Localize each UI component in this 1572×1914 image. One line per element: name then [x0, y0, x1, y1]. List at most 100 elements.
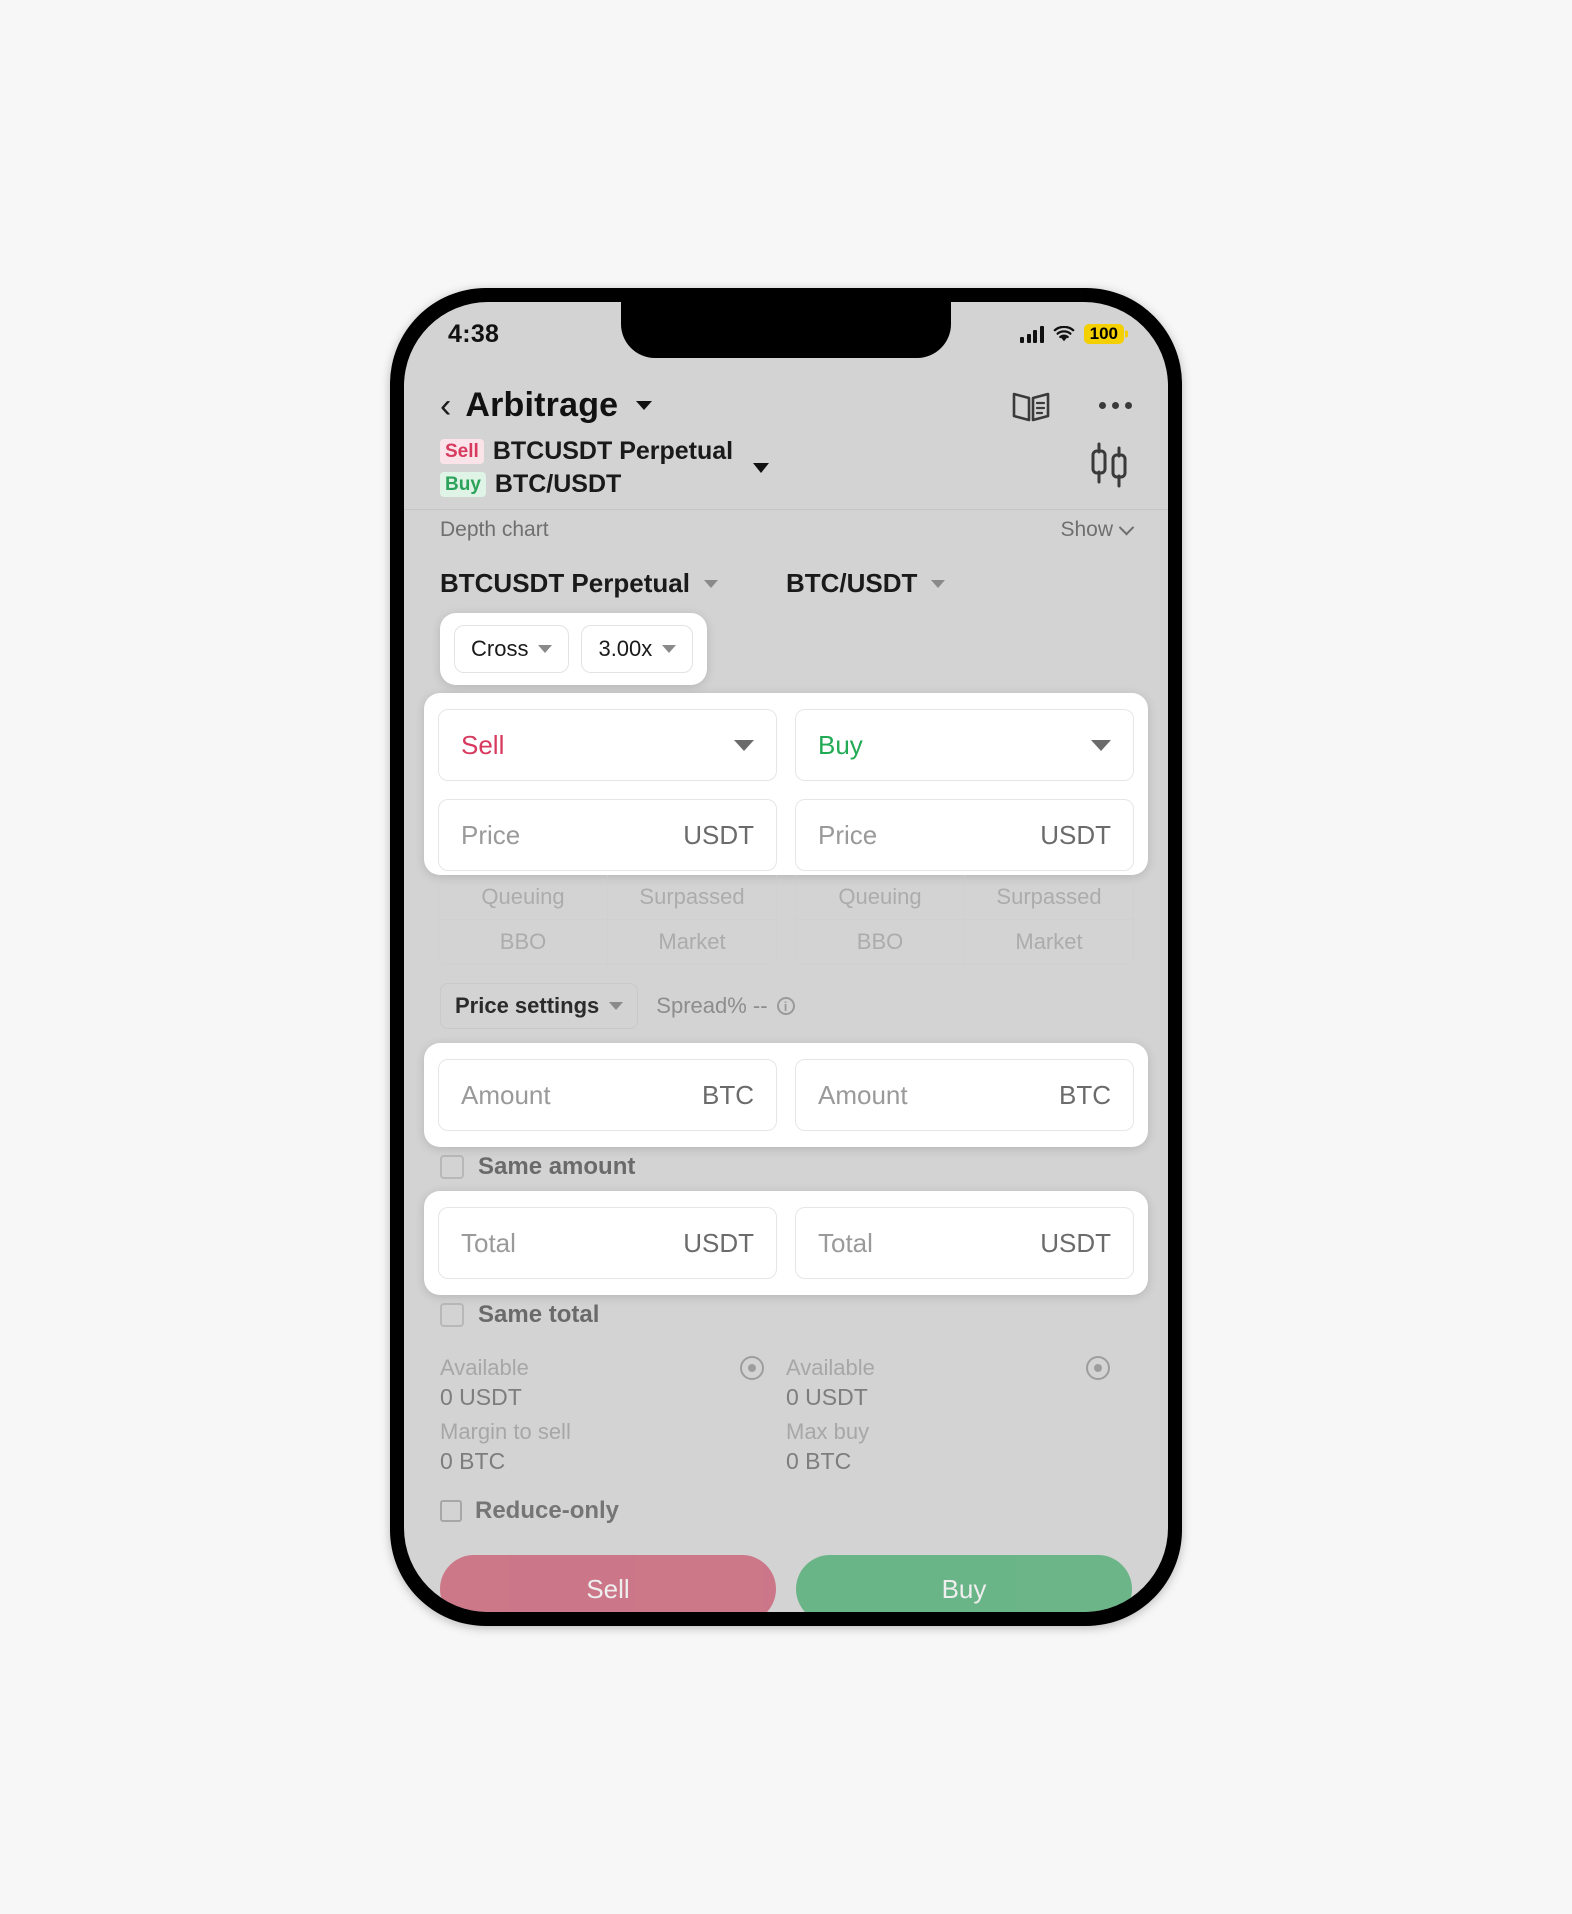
- total-right-placeholder: Total: [818, 1227, 873, 1258]
- price-left-unit: USDT: [683, 819, 754, 850]
- chevron-down-icon: [931, 579, 946, 588]
- quick-price-left-bbo[interactable]: BBO: [439, 920, 607, 964]
- price-left-placeholder: Price: [461, 819, 521, 850]
- amount-right-unit: BTC: [1059, 1079, 1111, 1110]
- quick-price-right-market[interactable]: Market: [964, 920, 1133, 964]
- transfer-target-icon[interactable]: [740, 1356, 764, 1380]
- chevron-down-icon: [1118, 519, 1135, 535]
- chevron-down-icon: [609, 1002, 624, 1010]
- amount-left-unit: BTC: [702, 1079, 754, 1110]
- side-select-left[interactable]: Sell: [438, 709, 777, 781]
- pair-labels: Sell BTCUSDT Perpetual Buy BTC/USDT: [440, 437, 733, 499]
- amount-right-col: Amount BTC: [795, 1059, 1134, 1131]
- reduce-only-checkbox[interactable]: [440, 1500, 462, 1522]
- open-book-icon[interactable]: [1011, 389, 1051, 423]
- price-inputs: Price USDT Price USDT: [438, 799, 1134, 871]
- same-amount-row[interactable]: Same amount: [404, 1147, 1168, 1181]
- chevron-down-icon[interactable]: [636, 401, 653, 410]
- sell-button[interactable]: Sell: [440, 1555, 776, 1612]
- balance-left-available-label: Available: [440, 1355, 529, 1380]
- quick-price-right-queuing[interactable]: Queuing: [796, 875, 964, 919]
- info-icon[interactable]: i: [776, 997, 795, 1015]
- total-left-unit: USDT: [683, 1227, 754, 1258]
- sub-pair-left[interactable]: BTCUSDT Perpetual: [440, 568, 786, 599]
- amount-left-col: Amount BTC: [438, 1059, 777, 1131]
- quick-price-buttons: Queuing Surpassed BBO Market Queuing Sur…: [438, 875, 1134, 965]
- total-input-left[interactable]: Total USDT: [438, 1207, 777, 1279]
- side-left-label: Sell: [461, 729, 505, 760]
- status-indicators: 100: [1020, 324, 1124, 344]
- quick-price-right: Queuing Surpassed BBO Market: [795, 875, 1134, 965]
- buy-pair-name: BTC/USDT: [494, 470, 622, 498]
- status-bar: 4:38 100: [404, 302, 1168, 358]
- price-left-col: Price USDT: [438, 799, 777, 871]
- side-price-highlight-card: Sell Buy Price USDT Price USDT: [424, 693, 1148, 875]
- sub-pair-left-label: BTCUSDT Perpetual: [440, 568, 690, 598]
- reduce-only-row[interactable]: Reduce-only: [404, 1475, 1168, 1525]
- price-input-right[interactable]: Price USDT: [795, 799, 1134, 871]
- amount-input-right[interactable]: Amount BTC: [795, 1059, 1134, 1131]
- more-options-icon[interactable]: [1099, 402, 1132, 409]
- same-amount-checkbox[interactable]: [440, 1155, 464, 1179]
- total-right-unit: USDT: [1040, 1227, 1111, 1258]
- depth-chart-show-toggle[interactable]: Show: [1060, 518, 1135, 542]
- side-right-col: Buy: [795, 709, 1134, 781]
- quick-price-left-surpassed[interactable]: Surpassed: [607, 875, 776, 919]
- transfer-target-icon[interactable]: [1086, 1356, 1110, 1380]
- price-right-unit: USDT: [1040, 819, 1111, 850]
- sub-pair-right-label: BTC/USDT: [786, 568, 918, 598]
- candlestick-chart-icon[interactable]: [1086, 439, 1132, 498]
- leverage-row: Cross 3.00x: [404, 603, 1168, 685]
- amount-inputs: Amount BTC Amount BTC: [438, 1059, 1134, 1131]
- status-time: 4:38: [448, 319, 500, 348]
- buy-pair-line: Buy BTC/USDT: [440, 470, 733, 499]
- quick-price-left-queuing[interactable]: Queuing: [439, 875, 607, 919]
- total-input-right[interactable]: Total USDT: [795, 1207, 1134, 1279]
- balance-left-margin-label: Margin to sell: [440, 1419, 571, 1444]
- chevron-down-icon: [662, 645, 677, 653]
- phone-frame: 4:38 100 ‹ Arbitrage Sell BTCUSDT Perpet…: [390, 288, 1182, 1626]
- sub-pair-right[interactable]: BTC/USDT: [786, 568, 1132, 599]
- depth-chart-label: Depth chart: [440, 518, 549, 541]
- sell-pair-line: Sell BTCUSDT Perpetual: [440, 437, 733, 466]
- margin-mode-chip[interactable]: Cross: [454, 625, 570, 673]
- margin-mode-label: Cross: [471, 636, 529, 661]
- amount-input-left[interactable]: Amount BTC: [438, 1059, 777, 1131]
- price-settings-row: Price settings Spread% -- i: [404, 965, 1168, 1033]
- total-left-placeholder: Total: [461, 1227, 516, 1258]
- back-chevron-icon[interactable]: ‹: [440, 389, 451, 423]
- quick-price-left-market[interactable]: Market: [607, 920, 776, 964]
- balance-left-available-value: 0 USDT: [440, 1384, 522, 1410]
- same-amount-label: Same amount: [478, 1153, 636, 1180]
- quick-price-right-bbo[interactable]: BBO: [796, 920, 964, 964]
- total-right-col: Total USDT: [795, 1207, 1134, 1279]
- price-settings-button[interactable]: Price settings: [440, 983, 639, 1029]
- page-title: Arbitrage: [465, 386, 619, 424]
- pair-selector-row[interactable]: Sell BTCUSDT Perpetual Buy BTC/USDT: [404, 435, 1168, 509]
- buy-tag: Buy: [440, 471, 486, 498]
- same-total-row[interactable]: Same total: [404, 1295, 1168, 1329]
- balance-left: Available 0 USDT Margin to sell 0 BTC: [440, 1355, 786, 1475]
- depth-chart-show-label: Show: [1060, 518, 1113, 541]
- total-left-col: Total USDT: [438, 1207, 777, 1279]
- chevron-down-icon: [734, 739, 754, 751]
- balance-right-available-value: 0 USDT: [786, 1384, 868, 1410]
- buy-button[interactable]: Buy: [796, 1555, 1132, 1612]
- spread-label: Spread% --: [656, 993, 768, 1018]
- side-select-right[interactable]: Buy: [795, 709, 1134, 781]
- price-input-left[interactable]: Price USDT: [438, 799, 777, 871]
- leverage-highlight-card: Cross 3.00x: [440, 613, 708, 685]
- depth-chart-row[interactable]: Depth chart Show: [404, 509, 1168, 552]
- app-bar: ‹ Arbitrage: [404, 358, 1168, 435]
- price-settings-label: Price settings: [455, 993, 600, 1018]
- same-total-label: Same total: [478, 1301, 600, 1328]
- side-left-col: Sell: [438, 709, 777, 781]
- amount-right-placeholder: Amount: [818, 1079, 908, 1110]
- leverage-chip[interactable]: 3.00x: [581, 625, 694, 673]
- balance-left-margin-value: 0 BTC: [440, 1448, 506, 1474]
- same-total-checkbox[interactable]: [440, 1303, 464, 1327]
- leverage-label: 3.00x: [598, 636, 653, 661]
- side-right-label: Buy: [818, 729, 863, 760]
- pair-chevron-down-icon[interactable]: [753, 463, 770, 473]
- quick-price-right-surpassed[interactable]: Surpassed: [964, 875, 1133, 919]
